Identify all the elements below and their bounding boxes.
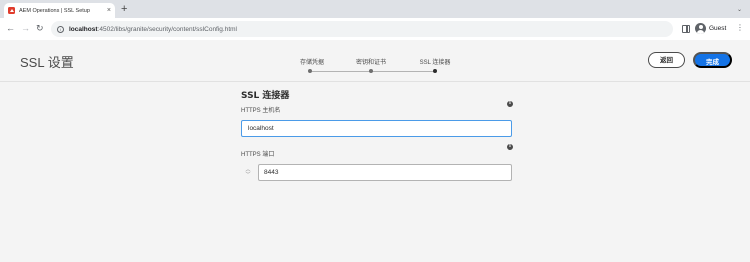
section-title: SSL 连接器 [241, 91, 290, 101]
port-stepper[interactable]: ︿ ﹀ [241, 164, 255, 181]
https-port-label: HTTPS 端口 [241, 152, 275, 158]
reload-icon[interactable]: ↻ [36, 22, 44, 34]
new-tab-button[interactable]: + [121, 3, 127, 15]
browser-tab[interactable]: AEM Operations | SSL Setup × [4, 3, 115, 18]
tab-close-icon[interactable]: × [107, 7, 111, 14]
address-bar[interactable]: i localhost:4502/libs/granite/security/c… [51, 21, 673, 37]
https-port-input[interactable]: 8443 [258, 164, 512, 181]
https-hostname-label: HTTPS 主机名 [241, 108, 281, 114]
guest-avatar-icon [695, 23, 706, 34]
hostname-info-icon[interactable]: i [507, 101, 513, 107]
wizard-step-marker [308, 69, 312, 73]
side-panel-icon[interactable] [682, 25, 690, 33]
back-button[interactable]: 返回 [648, 52, 685, 68]
done-button[interactable]: 完成 [693, 52, 732, 68]
ssl-setup-page: SSL 设置 存储凭据 密钥和证书 SSL 连接器 返回 完成 SSL 连接器 … [0, 40, 750, 262]
wizard-connector [312, 70, 371, 72]
profile-label: Guest [709, 25, 727, 32]
profile-button[interactable]: Guest [695, 23, 726, 34]
site-info-icon[interactable]: i [57, 25, 64, 33]
forward-arrow-icon[interactable]: → [21, 22, 30, 34]
wizard-step-ssl-connector: SSL 连接器 [419, 60, 451, 66]
url-text: localhost:4502/libs/granite/security/con… [69, 25, 238, 33]
browser-tab-strip: AEM Operations | SSL Setup × + ⌄ [0, 0, 750, 18]
wizard-step-marker-current [433, 69, 437, 73]
page-title: SSL 设置 [20, 55, 74, 70]
wizard-step-keys-certificates: 密钥和证书 [355, 60, 387, 66]
ssl-connector-form: SSL 连接器 HTTPS 主机名 i localhost HTTPS 端口 i… [241, 88, 513, 181]
wizard-step-store-credentials: 存储凭据 [299, 60, 325, 66]
page-header: SSL 设置 存储凭据 密钥和证书 SSL 连接器 返回 完成 [0, 40, 750, 82]
tab-search-chevron-icon[interactable]: ⌄ [737, 6, 742, 13]
aem-favicon-icon [8, 7, 15, 14]
decrement-chevron-icon[interactable]: ﹀ [245, 172, 250, 178]
tab-title: AEM Operations | SSL Setup [19, 7, 90, 14]
https-hostname-input[interactable]: localhost [241, 120, 512, 137]
browser-toolbar: ← → ↻ i localhost:4502/libs/granite/secu… [0, 18, 750, 40]
browser-menu-icon[interactable]: ⋮ [736, 23, 744, 33]
port-info-icon[interactable]: i [507, 144, 513, 150]
wizard-connector [371, 70, 435, 72]
back-arrow-icon[interactable]: ← [6, 22, 15, 34]
wizard-step-marker [369, 69, 373, 73]
